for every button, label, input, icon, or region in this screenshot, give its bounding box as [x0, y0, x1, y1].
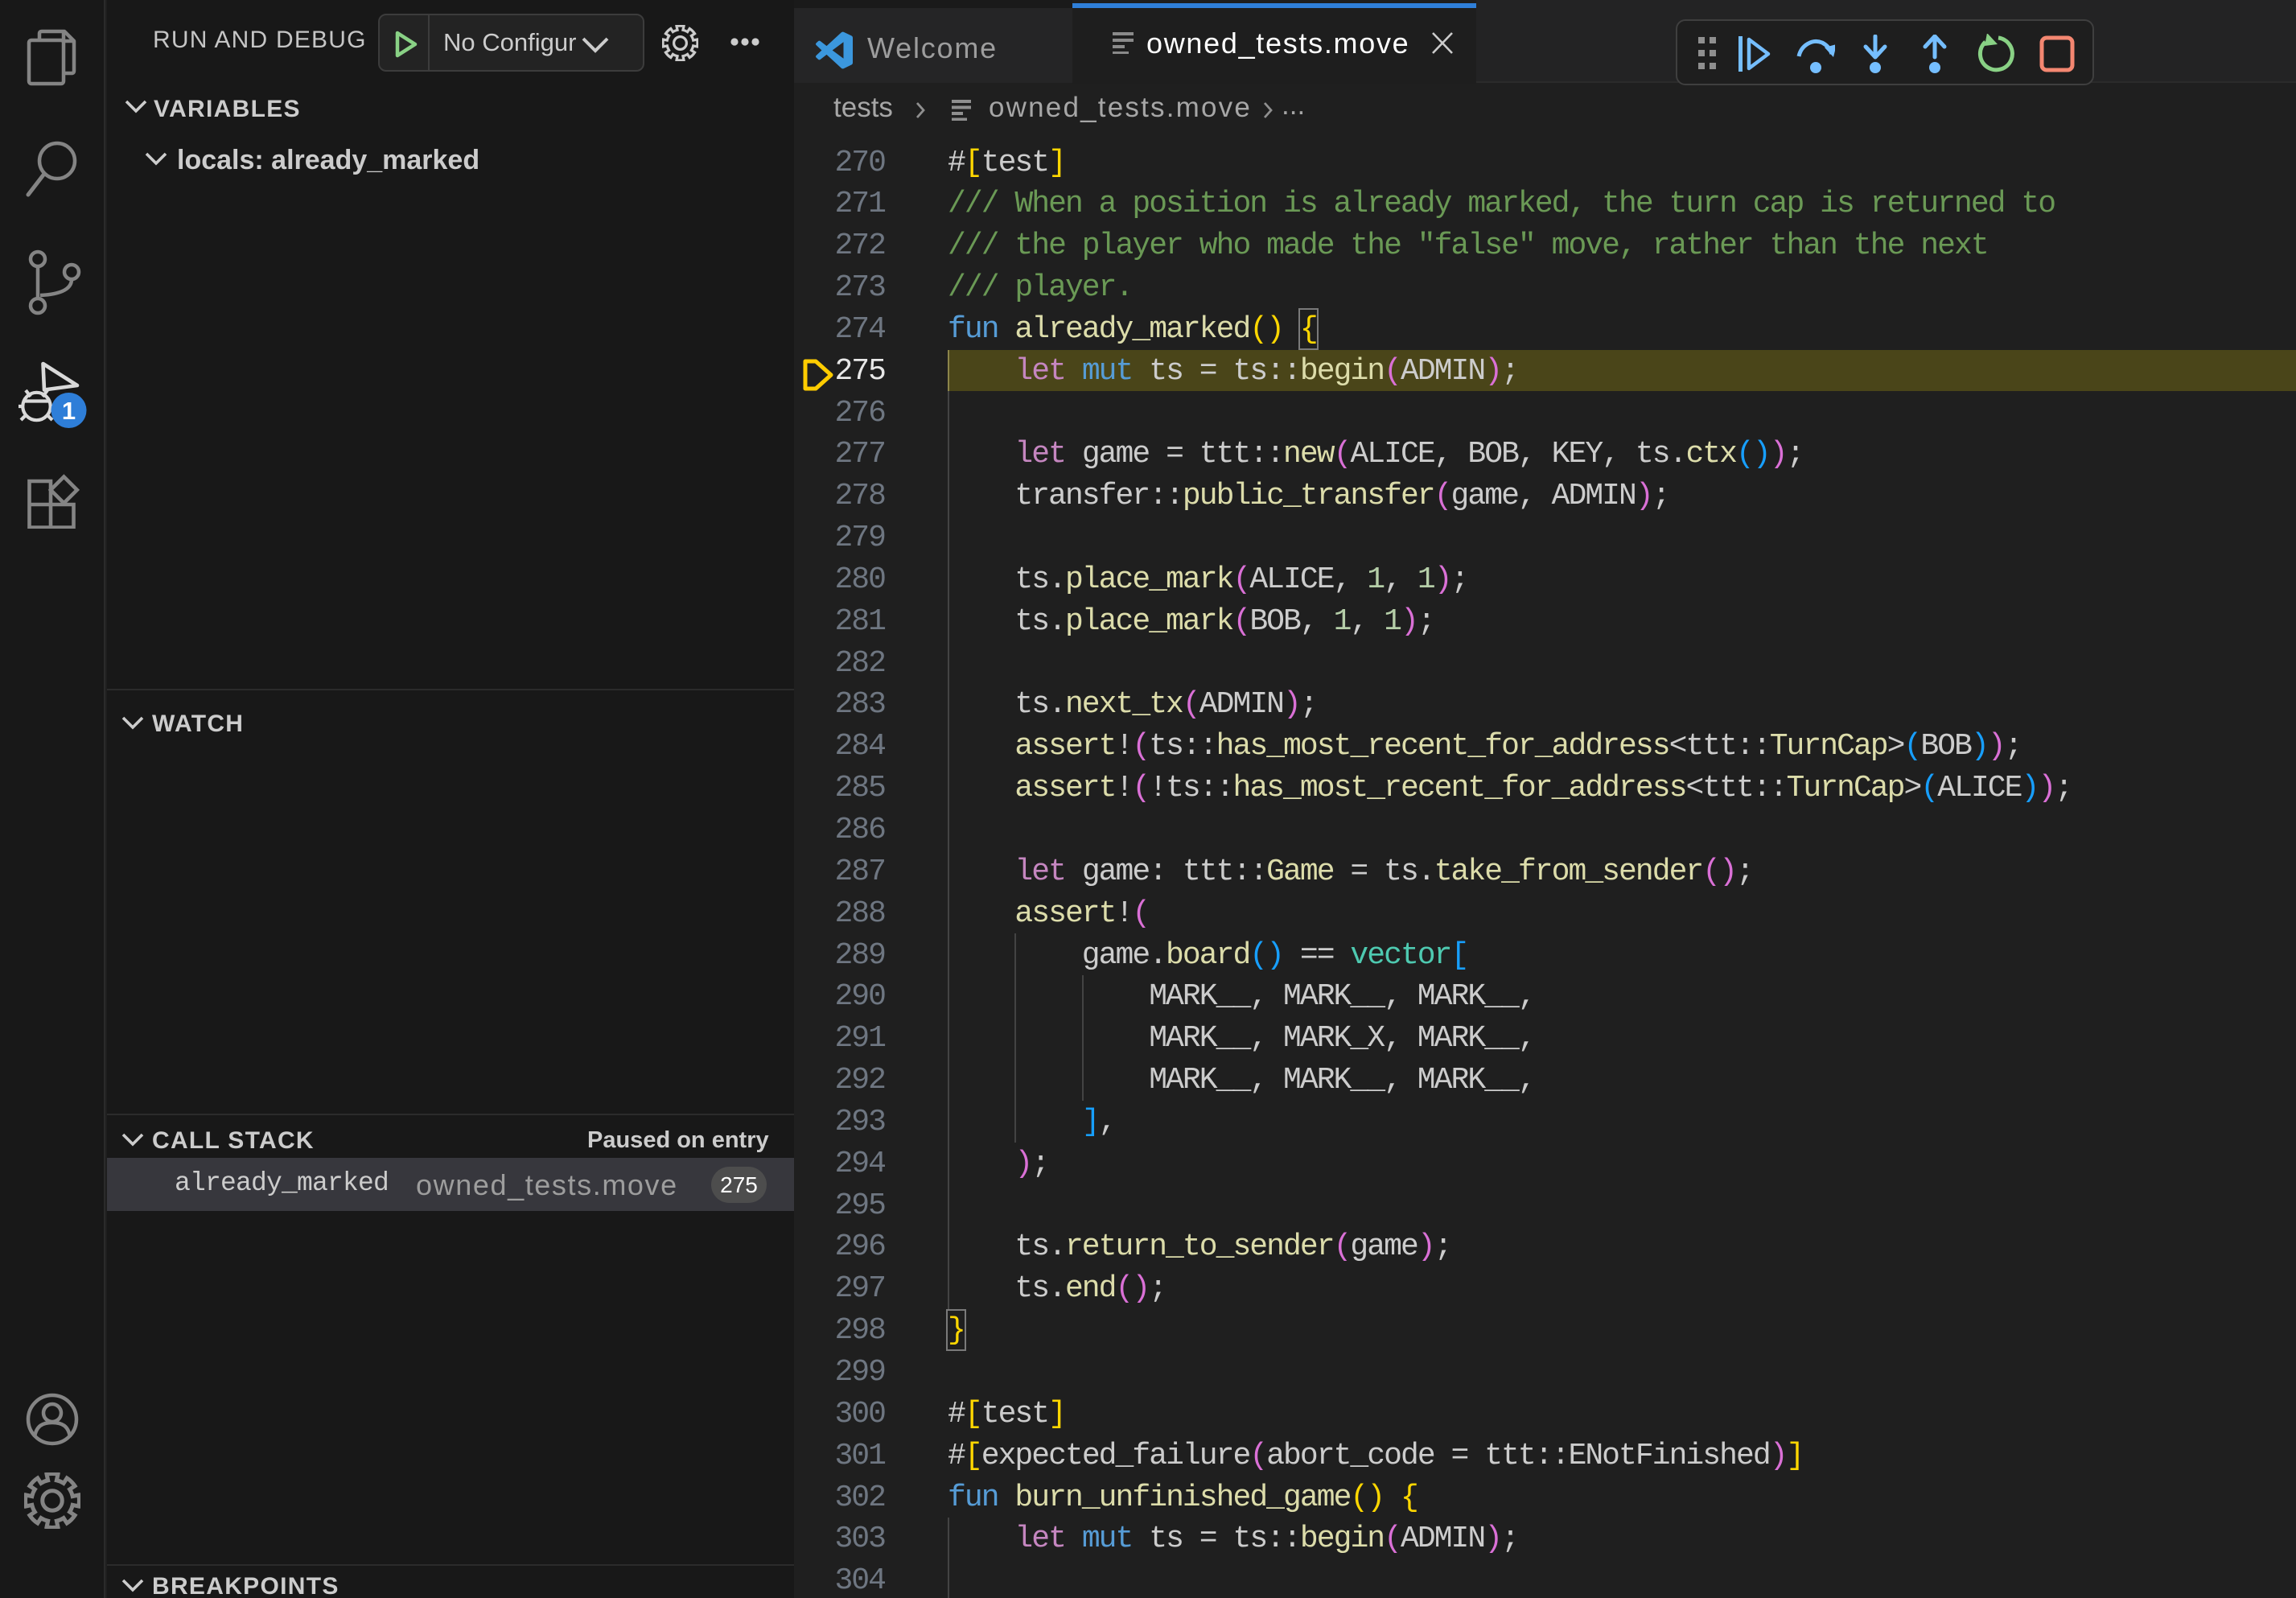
svg-text:1: 1 — [62, 397, 76, 425]
